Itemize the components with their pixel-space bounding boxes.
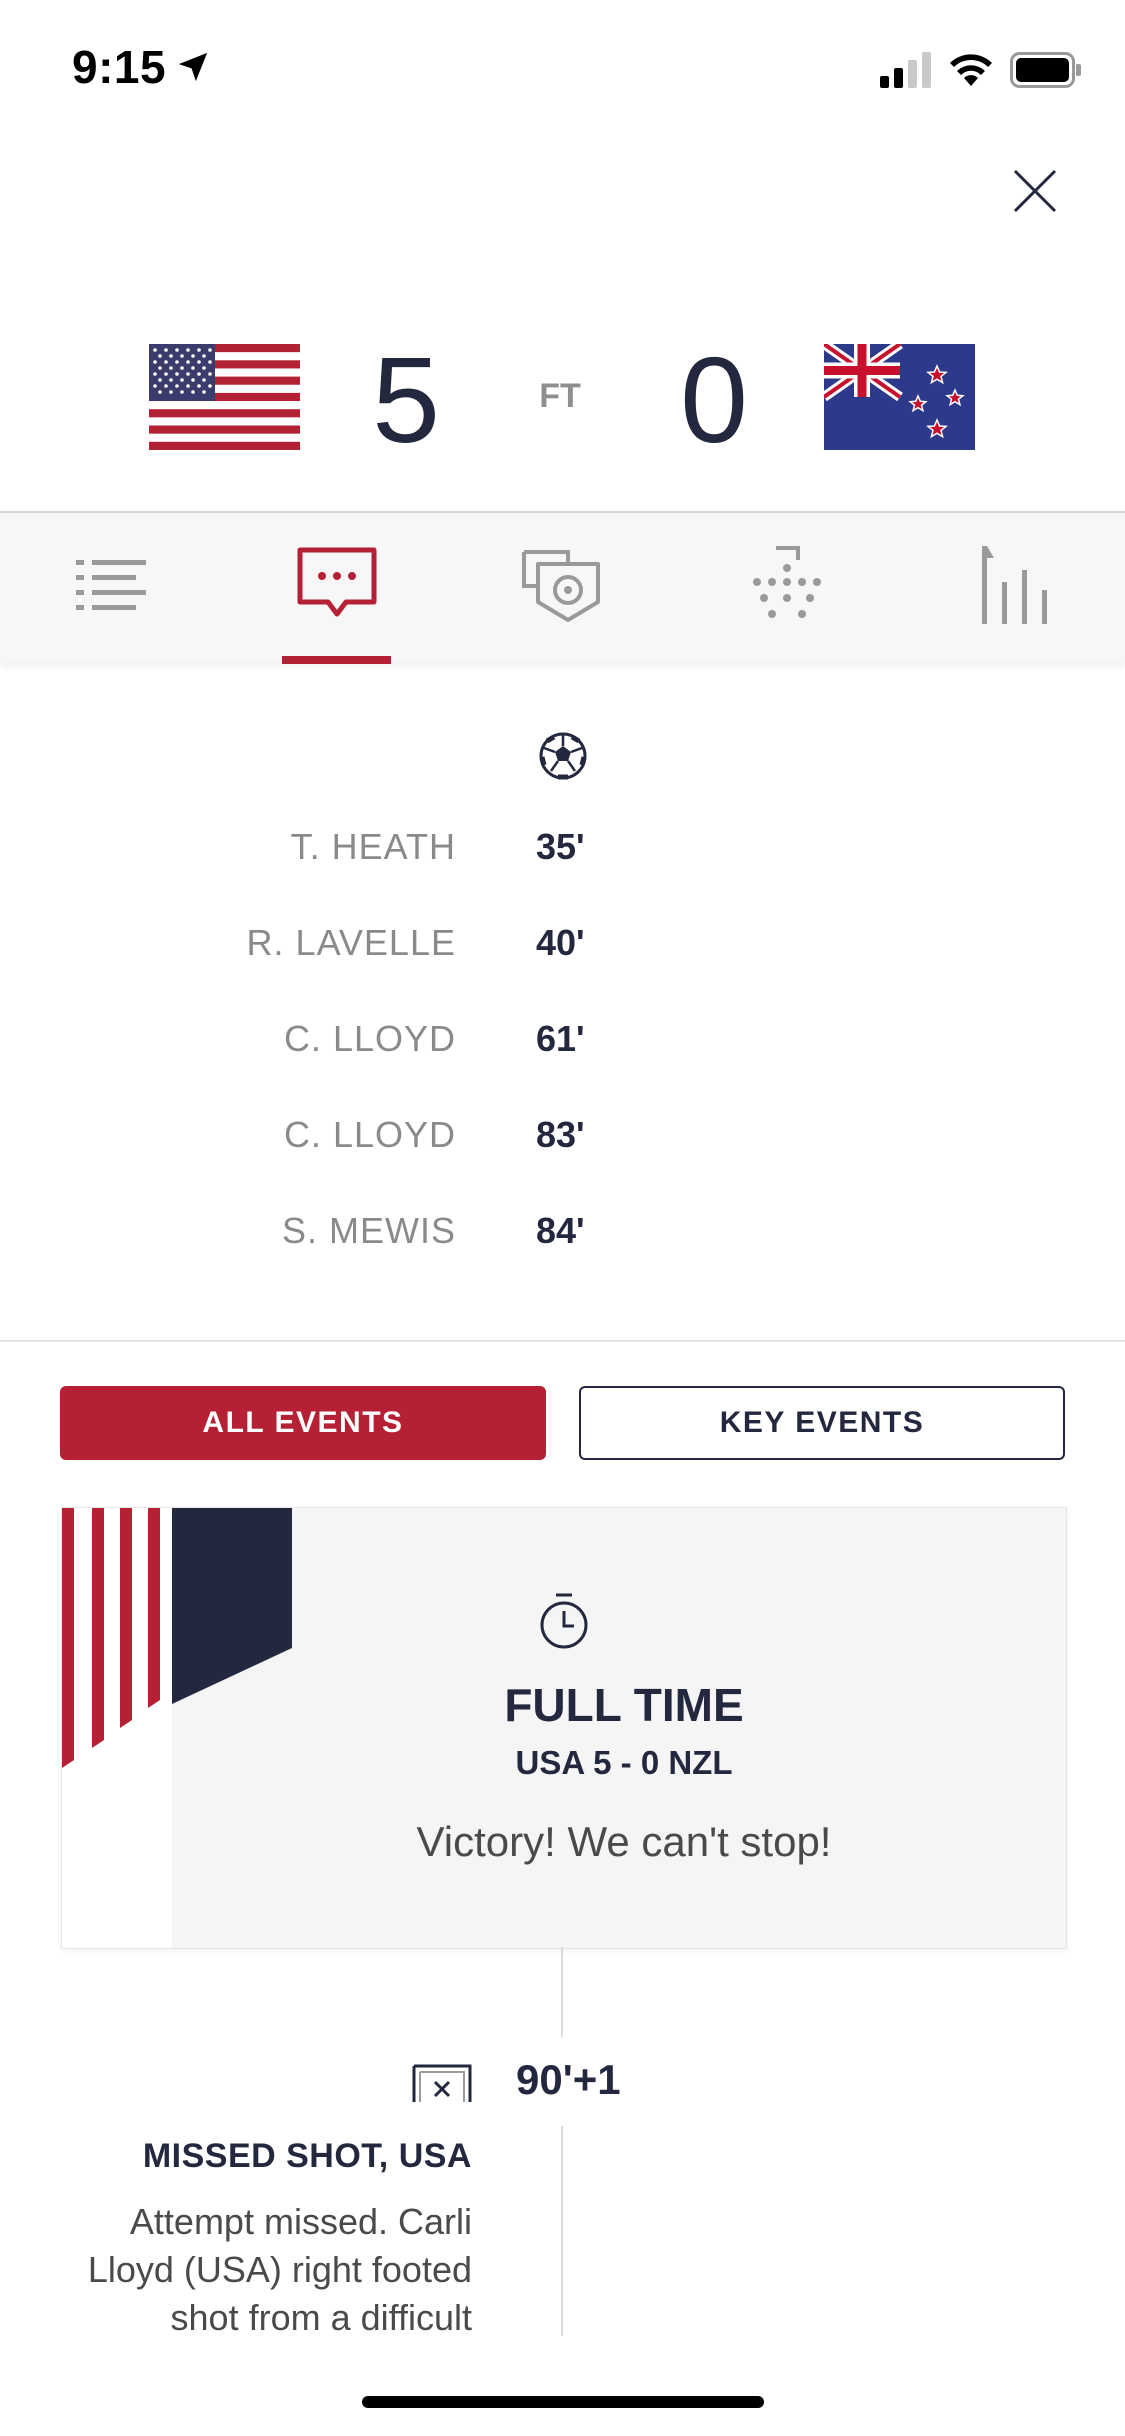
goal-minute: 35' (536, 826, 585, 867)
tab-stats-icon[interactable] (516, 540, 606, 630)
missed-shot-goal-icon (412, 2064, 472, 2102)
event-title: MISSED SHOT, USA (142, 2137, 472, 2175)
wifi-icon (950, 54, 992, 86)
event-minute: 90'+1 (516, 2056, 621, 2103)
all-events-button[interactable]: ALL EVENTS (60, 1386, 546, 1460)
location-arrow-icon (178, 52, 208, 82)
event-description: Attempt missed. Carli Lloyd (USA) right … (60, 2198, 472, 2342)
close-icon[interactable] (1012, 168, 1058, 214)
goal-scorer: S. MEWIS (281, 1210, 456, 1251)
new-zealand-flag-icon (824, 344, 975, 450)
soccer-ball-icon (539, 732, 587, 780)
tab-lineups-icon[interactable] (742, 540, 832, 630)
tab-list-icon[interactable] (66, 540, 156, 630)
away-score: 0 (680, 332, 748, 468)
key-events-button[interactable]: KEY EVENTS (579, 1386, 1065, 1460)
card-title: FULL TIME (504, 1679, 744, 1731)
goal-minute: 61' (536, 1018, 585, 1059)
card-message: Victory! We can't stop! (416, 1818, 832, 1865)
goal-scorer: R. LAVELLE (246, 922, 456, 963)
active-tab-indicator (282, 656, 391, 664)
section-divider (0, 1340, 1125, 1342)
event-description-line: shot from a difficult (170, 2297, 472, 2338)
cellular-signal-icon (880, 52, 931, 88)
goal-minute: 40' (536, 922, 585, 963)
home-indicator[interactable] (362, 2396, 764, 2408)
tab-standings-icon[interactable] (966, 540, 1056, 630)
goal-scorer: T. HEATH (290, 826, 456, 867)
goal-scorer: C. LLOYD (283, 1018, 456, 1059)
home-score: 5 (372, 332, 440, 468)
stopwatch-icon (540, 1593, 588, 1649)
goal-minute: 83' (536, 1114, 585, 1155)
card-score: USA 5 - 0 NZL (515, 1744, 733, 1781)
tab-commentary-icon[interactable] (292, 540, 382, 630)
timeline-line (561, 1947, 563, 2037)
event-description-line: Lloyd (USA) right footed (87, 2249, 472, 2290)
full-time-card: FULL TIME USA 5 - 0 NZL Victory! We can'… (61, 1507, 1067, 1949)
usa-stripes-decoration (62, 1508, 292, 1948)
match-status: FT (539, 377, 581, 415)
event-description-line: Attempt missed. Carli (129, 2201, 472, 2242)
timeline-line (561, 2126, 563, 2336)
usa-flag-icon (149, 344, 300, 450)
battery-icon (1010, 52, 1081, 88)
goal-scorer: C. LLOYD (283, 1114, 456, 1155)
status-time: 9:15 (72, 41, 167, 93)
goal-minute: 84' (536, 1210, 585, 1251)
